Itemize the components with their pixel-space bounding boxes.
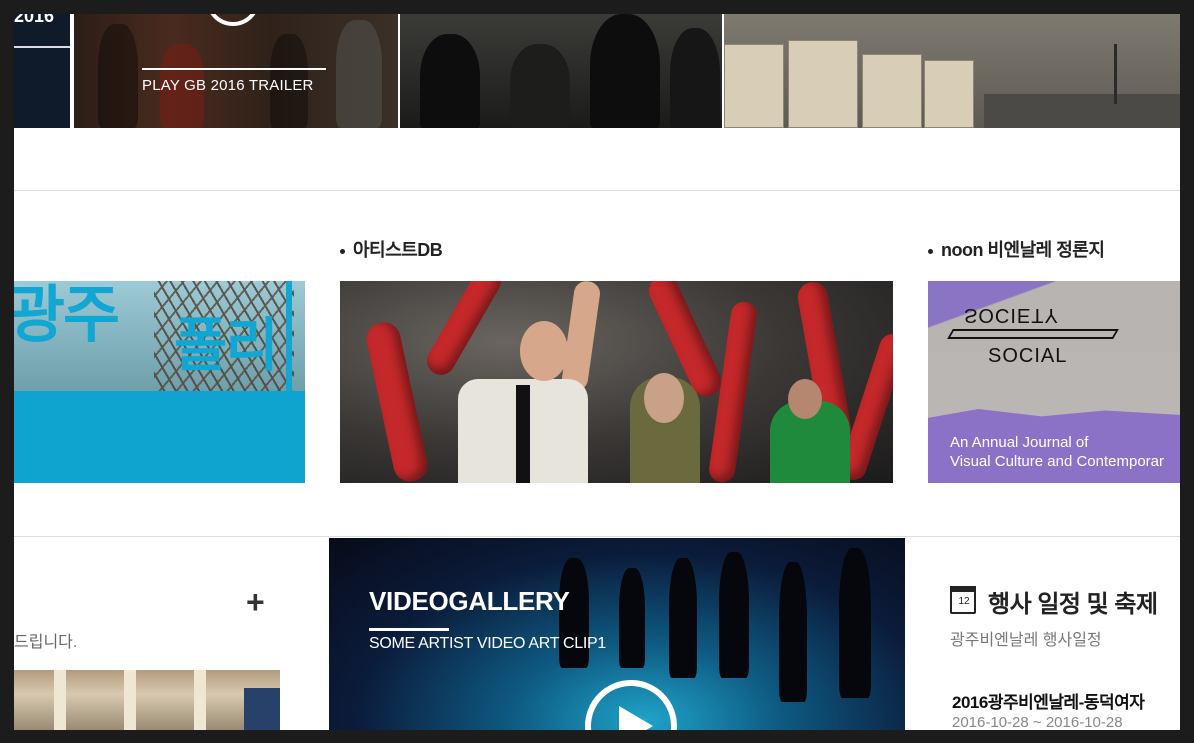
cover-word-flipped: SOCIETY xyxy=(964,304,1059,326)
year-tile[interactable]: 2016 xyxy=(14,14,70,128)
gwangju-folly-banner[interactable]: 광주 폴리 xyxy=(14,281,305,483)
year-badge: 2016 xyxy=(14,14,55,26)
banner-title-b: 폴리 xyxy=(174,313,279,378)
noon-journal-cover[interactable]: SOCIETY SOCIAL An Annual Journal of Visu… xyxy=(928,281,1180,483)
section-divider xyxy=(14,190,1180,191)
visitor-figure xyxy=(670,28,720,128)
crate xyxy=(924,60,974,128)
bullet-icon xyxy=(340,248,345,254)
section-divider xyxy=(14,536,1180,537)
artist-db-label: 아티스트DB xyxy=(353,240,443,260)
page-frame: 2016 PLAY GB 2016 TRAILER 아티스트DB noon 비엔… xyxy=(14,14,1180,730)
noon-label: noon 비엔날레 정론지 xyxy=(941,240,1105,260)
noon-heading[interactable]: noon 비엔날레 정론지 xyxy=(928,236,1105,262)
silhouette xyxy=(719,552,749,678)
calendar-icon: 12 xyxy=(950,586,976,614)
cover-word: SOCIAL xyxy=(988,345,1068,367)
cover-journal-text: An Annual Journal of Visual Culture and … xyxy=(950,433,1164,471)
cover-plate xyxy=(947,329,1119,339)
crate xyxy=(862,54,922,128)
play-icon xyxy=(619,706,653,730)
railing xyxy=(984,94,1180,128)
year-tile-divider xyxy=(14,46,70,48)
events-subtitle: 광주비엔날레 행사일정 xyxy=(950,632,1102,649)
visitor-figure xyxy=(590,14,660,128)
column xyxy=(54,670,66,730)
journal-line-2: Visual Culture and Contemporar xyxy=(950,453,1165,470)
performer-tie xyxy=(516,385,530,483)
visitor-figure xyxy=(510,44,570,128)
silhouette xyxy=(669,558,697,678)
caption-rule xyxy=(142,68,326,70)
events-panel: 12 행사 일정 및 축제 광주비엔날레 행사일정 2016광주비엔날레-동덕여… xyxy=(950,538,1180,730)
visitor-figure xyxy=(420,34,480,128)
performer-head xyxy=(520,321,568,381)
play-icon[interactable] xyxy=(206,14,260,26)
green-figure-head xyxy=(788,379,822,419)
crate xyxy=(724,44,784,128)
exhibition-thumbnail[interactable] xyxy=(400,14,722,128)
top-thumbnail-strip: 2016 PLAY GB 2016 TRAILER xyxy=(14,14,1180,128)
banner-bar xyxy=(286,281,292,391)
column xyxy=(194,670,206,730)
videogallery-title: VIDEOGALLERY xyxy=(369,586,570,616)
blue-panel xyxy=(244,688,280,730)
silhouette xyxy=(839,548,871,698)
seated-figure-head xyxy=(644,373,684,423)
column xyxy=(124,670,136,730)
event-item-date: 2016-10-28 ~ 2016-10-28 xyxy=(952,714,1123,730)
silhouette xyxy=(779,562,807,702)
journal-line-1: An Annual Journal of xyxy=(950,434,1089,451)
notice-thumbnail[interactable] xyxy=(14,670,280,730)
videogallery-rule xyxy=(369,628,449,631)
more-plus-button[interactable]: + xyxy=(246,586,265,618)
videogallery-panel[interactable]: VIDEOGALLERY SOME ARTIST VIDEO ART CLIP1 xyxy=(329,538,905,730)
crate xyxy=(788,40,858,128)
crowd-figure xyxy=(98,24,138,128)
banner-blue-band xyxy=(14,391,305,483)
videogallery-subtitle: SOME ARTIST VIDEO ART CLIP1 xyxy=(369,635,607,652)
warehouse-thumbnail[interactable] xyxy=(724,14,1180,128)
crowd-figure xyxy=(336,20,382,128)
banner-title-a: 광주 xyxy=(14,281,120,350)
pole xyxy=(1114,44,1117,104)
trailer-thumbnail[interactable]: PLAY GB 2016 TRAILER xyxy=(74,14,398,128)
bullet-icon xyxy=(928,248,933,254)
event-item-title[interactable]: 2016광주비엔날레-동덕여자 xyxy=(952,688,1145,713)
silhouette xyxy=(619,568,645,668)
calendar-day: 12 xyxy=(958,596,970,607)
artist-db-heading[interactable]: 아티스트DB xyxy=(340,236,443,262)
artist-db-image[interactable] xyxy=(340,281,893,483)
events-title[interactable]: 행사 일정 및 축제 xyxy=(988,584,1158,619)
trailer-caption: PLAY GB 2016 TRAILER xyxy=(142,77,314,94)
notice-description: 드립니다. xyxy=(14,634,78,651)
